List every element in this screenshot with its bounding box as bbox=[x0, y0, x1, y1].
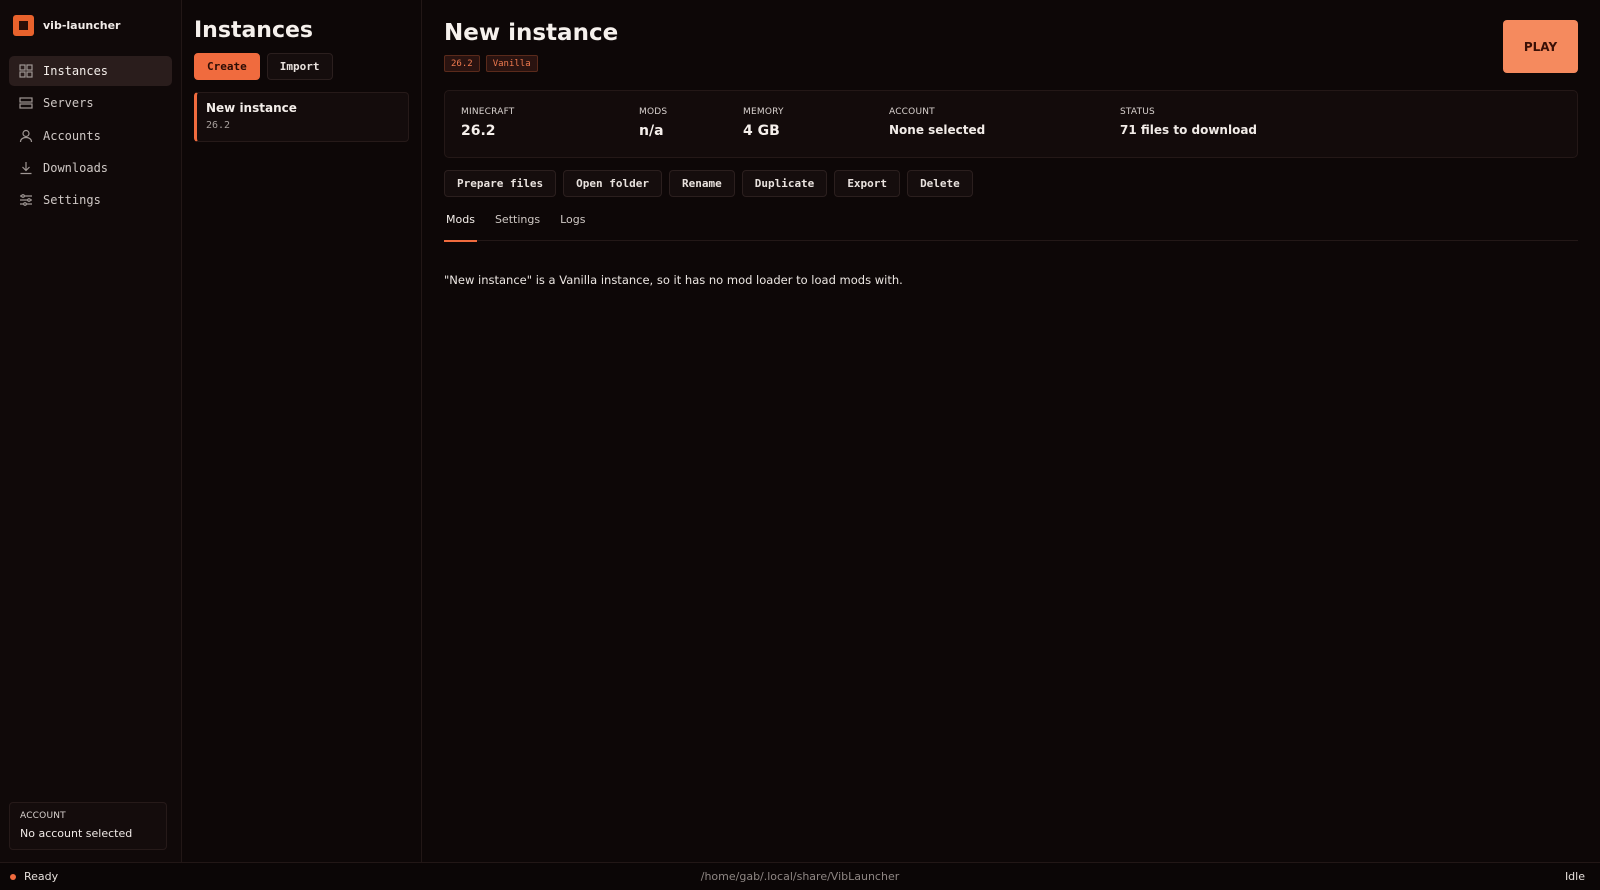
tab-settings[interactable]: Settings bbox=[493, 213, 542, 241]
sidebar-item-label: Instances bbox=[43, 64, 109, 78]
instances-panel: Instances Create Import New instance 26.… bbox=[182, 0, 422, 862]
instance-detail: New instance 26.2 Vanilla PLAY MINECRAFT… bbox=[422, 0, 1600, 862]
sidebar: vib-launcher Instances Servers Accounts bbox=[0, 0, 182, 862]
duplicate-button[interactable]: Duplicate bbox=[741, 170, 828, 197]
rename-button[interactable]: Rename bbox=[668, 170, 735, 197]
stat-value: 71 files to download bbox=[1120, 123, 1258, 137]
sidebar-item-instances[interactable]: Instances bbox=[9, 56, 172, 86]
prepare-files-button[interactable]: Prepare files bbox=[444, 170, 557, 197]
sidebar-item-label: Accounts bbox=[43, 128, 101, 143]
stat-label: MINECRAFT bbox=[461, 107, 515, 117]
brand: vib-launcher bbox=[0, 0, 181, 50]
play-button[interactable]: PLAY bbox=[1503, 20, 1578, 73]
stat-value: 4 GB bbox=[743, 123, 780, 139]
status-left: Ready bbox=[10, 870, 58, 883]
instance-actions: Prepare files Open folder Rename Duplica… bbox=[444, 170, 1578, 197]
sidebar-account-box[interactable]: ACCOUNT No account selected bbox=[9, 802, 167, 850]
delete-button[interactable]: Delete bbox=[907, 170, 973, 197]
stat-value: n/a bbox=[639, 123, 664, 139]
stat-value: None selected bbox=[889, 123, 986, 137]
sidebar-item-label: Servers bbox=[43, 96, 94, 111]
sidebar-item-servers[interactable]: Servers bbox=[9, 88, 172, 118]
account-label: ACCOUNT bbox=[20, 811, 66, 821]
create-button[interactable]: Create bbox=[194, 53, 260, 80]
open-folder-button[interactable]: Open folder bbox=[563, 170, 662, 197]
mods-empty-message: "New instance" is a Vanilla instance, so… bbox=[444, 273, 903, 287]
sidebar-item-downloads[interactable]: Downloads bbox=[9, 153, 172, 183]
status-text: Ready bbox=[24, 870, 59, 883]
activity-status: Idle bbox=[1564, 870, 1585, 883]
instance-tags: 26.2 Vanilla bbox=[444, 55, 1578, 72]
tab-mods[interactable]: Mods bbox=[444, 213, 477, 242]
app-name: vib-launcher bbox=[43, 18, 121, 32]
data-path: /home/gab/.local/share/VibLauncher bbox=[700, 870, 900, 883]
status-dot-icon bbox=[10, 873, 16, 880]
stat-memory: MEMORY 4 GB bbox=[743, 107, 784, 139]
status-bar: /home/gab/.local/share/VibLauncher Ready… bbox=[0, 862, 1600, 890]
stat-label: MODS bbox=[639, 107, 668, 117]
loader-badge: Vanilla bbox=[485, 55, 538, 72]
stat-label: MEMORY bbox=[743, 107, 784, 117]
sidebar-item-accounts[interactable]: Accounts bbox=[9, 121, 172, 151]
export-button[interactable]: Export bbox=[834, 170, 901, 197]
detail-tabs: Mods Settings Logs bbox=[444, 213, 1578, 242]
sidebar-item-label: Downloads bbox=[43, 160, 109, 175]
instance-name: New instance bbox=[206, 101, 297, 115]
stat-mods: MODS n/a bbox=[639, 107, 667, 139]
server-icon bbox=[18, 95, 34, 111]
instance-version: 26.2 bbox=[206, 120, 231, 131]
stat-minecraft: MINECRAFT 26.2 bbox=[461, 107, 514, 139]
stats-panel: MINECRAFT 26.2 MODS n/a MEMORY 4 GB ACCO… bbox=[444, 90, 1578, 158]
stat-label: STATUS bbox=[1120, 107, 1155, 117]
sidebar-item-label: Settings bbox=[43, 193, 101, 208]
grid-icon bbox=[18, 63, 34, 79]
page-title: New instance bbox=[444, 20, 619, 46]
stat-value: 26.2 bbox=[461, 123, 496, 139]
version-badge: 26.2 bbox=[444, 55, 480, 72]
user-icon bbox=[18, 128, 34, 144]
account-value: No account selected bbox=[20, 827, 133, 840]
stat-label: ACCOUNT bbox=[889, 107, 935, 117]
stat-status: STATUS 71 files to download bbox=[1120, 107, 1257, 137]
app-window: vib-launcher Instances Servers Accounts bbox=[0, 0, 1600, 862]
sidebar-item-settings[interactable]: Settings bbox=[9, 185, 172, 215]
sidebar-nav: Instances Servers Accounts Downloads Set… bbox=[0, 50, 181, 223]
download-icon bbox=[18, 160, 34, 176]
app-logo-icon bbox=[13, 14, 34, 36]
instances-actions: Create Import bbox=[194, 53, 409, 80]
import-button[interactable]: Import bbox=[266, 53, 333, 80]
instance-list-item[interactable]: New instance 26.2 bbox=[194, 92, 409, 142]
stat-account: ACCOUNT None selected bbox=[889, 107, 985, 137]
instances-title: Instances bbox=[194, 18, 314, 43]
tab-logs[interactable]: Logs bbox=[558, 213, 587, 241]
sliders-icon bbox=[18, 192, 34, 208]
